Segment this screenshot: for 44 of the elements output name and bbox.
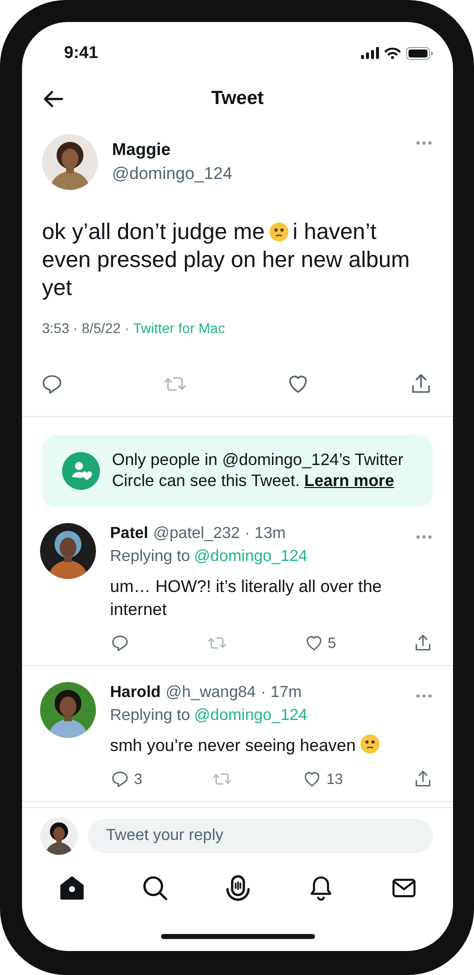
replying-label: Replying to [110,548,190,566]
more-icon[interactable] [415,693,433,699]
count: 5 [328,634,336,652]
mention-link[interactable]: @domingo_124 [194,707,308,725]
mention-link[interactable]: @domingo_124 [194,548,308,566]
count: 13 [326,770,343,788]
search-icon[interactable] [140,874,168,902]
tweet-text: um… HOW?! it’s literally all over the internet [110,577,382,619]
emoji-face-icon [268,222,289,242]
speech-bubble-icon[interactable] [40,372,64,396]
author-handle: @patel_232 [153,525,240,543]
learn-more-link[interactable]: Learn more [304,472,394,490]
author-handle: @domingo_124 [112,164,234,184]
tweet-text: smh you’re never seeing heaven [110,736,356,755]
home-icon[interactable] [58,874,86,902]
source-link[interactable]: Twitter for Mac [133,320,225,336]
heart-icon[interactable] [302,769,322,789]
speech-bubble-icon[interactable] [110,769,130,789]
author-name: Maggie [112,140,172,160]
microphone-icon[interactable] [224,874,252,902]
more-icon[interactable] [415,140,433,146]
share-icon[interactable] [409,372,433,396]
clock: 9:41 [64,43,98,63]
author-handle: @h_wang84 [166,684,256,702]
share-icon[interactable] [412,769,433,789]
speech-bubble-icon[interactable] [110,633,130,653]
heart-icon[interactable] [304,633,324,653]
battery-icon [406,46,433,60]
reply-field[interactable]: Tweet your reply [88,819,433,853]
signal-icon [361,47,379,59]
author-name: Harold [110,684,161,702]
timestamp: · 17m [260,684,302,702]
emoji-face-icon [360,734,380,754]
wifi-icon [384,47,401,59]
more-icon[interactable] [415,534,433,540]
page-title: Tweet [210,88,265,110]
replying-label: Replying to [110,707,190,725]
count: 3 [134,770,142,788]
tweet-text: ok y’all don’t judge me i haven’t even pressed play on her new album yet [42,218,411,302]
timestamp: · 13m [244,525,286,543]
timestamp: 3:53 · 8/5/22 · [42,320,130,336]
share-icon[interactable] [412,633,433,653]
notice-text: Only people in @domingo_124’s Twitter Circle can see this Tweet. Learn more [112,450,404,492]
author-name: Patel [110,525,148,543]
